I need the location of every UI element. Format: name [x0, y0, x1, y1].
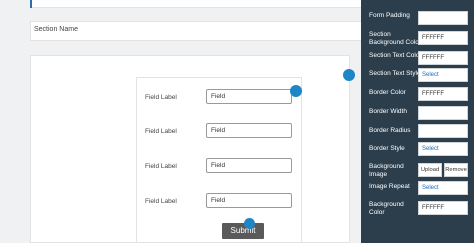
remove-button[interactable]: Remove	[444, 163, 468, 177]
border-width-label: Border Width	[369, 108, 407, 115]
border-radius-label: Border Radius	[369, 127, 411, 134]
field-settings-dot[interactable]	[290, 85, 302, 97]
section-bg-color-input[interactable]: FFFFFF	[418, 31, 468, 45]
border-radius-input[interactable]	[418, 124, 468, 138]
field-input[interactable]: Field	[206, 123, 292, 138]
border-width-input[interactable]	[418, 106, 468, 120]
field-label: Field Label	[145, 198, 177, 205]
upload-button[interactable]: Upload	[418, 163, 442, 177]
section-text-style-label: Section Text Style	[369, 70, 421, 77]
border-color-label: Border Color	[369, 89, 406, 96]
background-color-label-line2: Color	[369, 209, 385, 216]
section-text-color-input[interactable]: FFFFFF	[418, 51, 468, 65]
field-label: Field Label	[145, 163, 177, 170]
border-color-input[interactable]: FFFFFF	[418, 87, 468, 101]
section-bg-color-label-line2: Background Color	[369, 39, 422, 46]
image-repeat-label: Image Repeat	[369, 183, 410, 190]
field-label: Field Label	[145, 94, 177, 101]
border-style-select[interactable]: Select	[418, 142, 468, 156]
border-style-label: Border Style	[369, 145, 405, 152]
background-color-input[interactable]: FFFFFF	[418, 201, 468, 215]
submit-button[interactable]: Submit	[222, 223, 264, 239]
section-text-color-label: Section Text Color	[369, 52, 422, 59]
image-repeat-select[interactable]: Select	[418, 181, 468, 195]
section-text-style-select[interactable]: Select	[418, 68, 468, 82]
field-input[interactable]: Field	[206, 89, 292, 104]
field-input[interactable]: Field	[206, 193, 292, 208]
field-input[interactable]: Field	[206, 158, 292, 173]
field-label: Field Label	[145, 128, 177, 135]
top-card-accent	[30, 0, 32, 8]
form-padding-label: Form Padding	[369, 12, 410, 19]
section-name: Section Name	[34, 26, 78, 33]
submit-settings-dot[interactable]	[244, 218, 255, 229]
form-padding-input[interactable]	[418, 11, 468, 25]
background-image-label-line2: Image	[369, 171, 388, 178]
panel-anchor-dot[interactable]	[343, 69, 355, 81]
